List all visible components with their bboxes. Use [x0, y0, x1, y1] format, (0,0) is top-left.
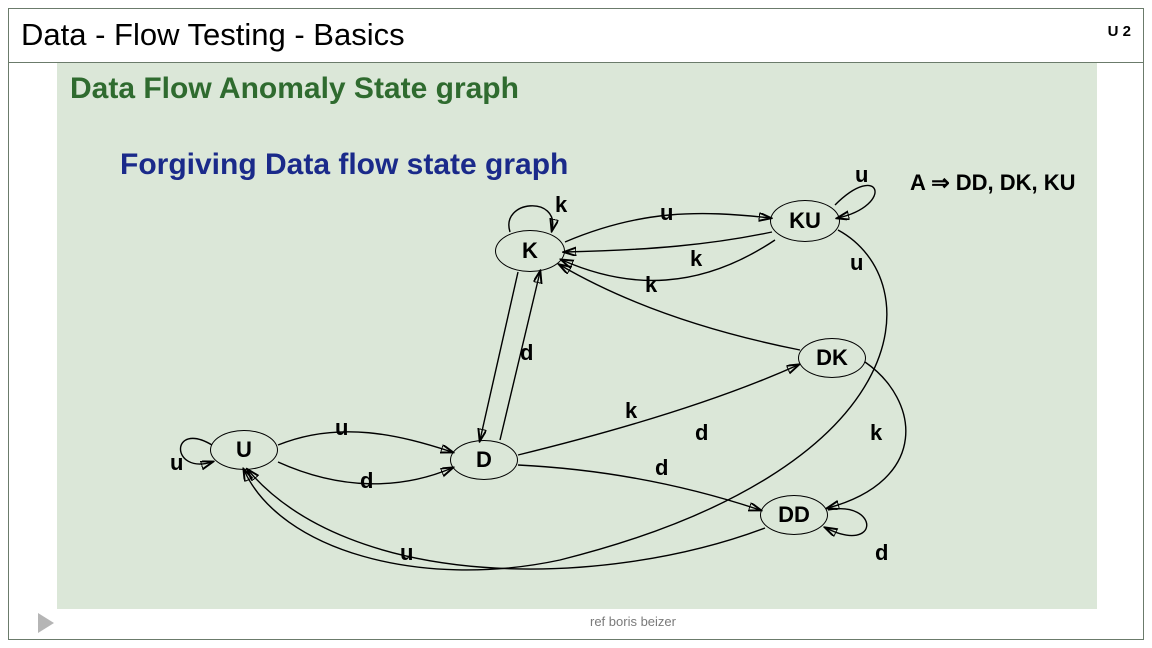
label-d-UtoD: d	[360, 468, 373, 494]
title-bar: Data - Flow Testing - Basics U 2	[9, 9, 1143, 63]
node-U: U	[210, 430, 278, 470]
label-u-KUloop: u	[855, 162, 868, 188]
label-u-UtoD: u	[335, 415, 348, 441]
label-k-KUtoK-lower: k	[645, 272, 657, 298]
page-title: Data - Flow Testing - Basics	[21, 17, 405, 53]
implies-icon: ⇒	[931, 170, 949, 195]
label-u-KtoKU: u	[660, 200, 673, 226]
label-k-KUtoK-upper: k	[690, 246, 702, 272]
anomaly-prefix: A	[910, 170, 925, 195]
label-k-DKtoK: k	[870, 420, 882, 446]
label-d-KtoD: d	[520, 340, 533, 366]
node-DK-right: DK	[798, 338, 866, 378]
label-k-top: k	[555, 192, 567, 218]
node-DD: DD	[760, 495, 828, 535]
footer-reference: ref boris beizer	[590, 614, 676, 629]
content-panel	[57, 63, 1097, 609]
label-d-DtoDD: d	[655, 455, 668, 481]
node-K: K	[495, 230, 565, 272]
section-subtitle: Data Flow Anomaly State graph	[70, 72, 519, 106]
node-D: D	[450, 440, 518, 480]
unit-label: U 2	[1108, 23, 1131, 40]
nav-triangle-icon	[38, 613, 54, 633]
label-d-DDloop: d	[875, 540, 888, 566]
node-KU: KU	[770, 200, 840, 242]
label-u-KUtoU: u	[850, 250, 863, 276]
anomaly-list: DD, DK, KU	[956, 170, 1076, 195]
label-u-Uloop: u	[170, 450, 183, 476]
anomaly-definition: A ⇒ DD, DK, KU	[910, 170, 1076, 196]
label-k-DtoK: k	[625, 398, 637, 424]
label-u-DDtoU: u	[400, 540, 413, 566]
label-d-DtoDK: d	[695, 420, 708, 446]
diagram-title: Forgiving Data flow state graph	[120, 148, 568, 182]
